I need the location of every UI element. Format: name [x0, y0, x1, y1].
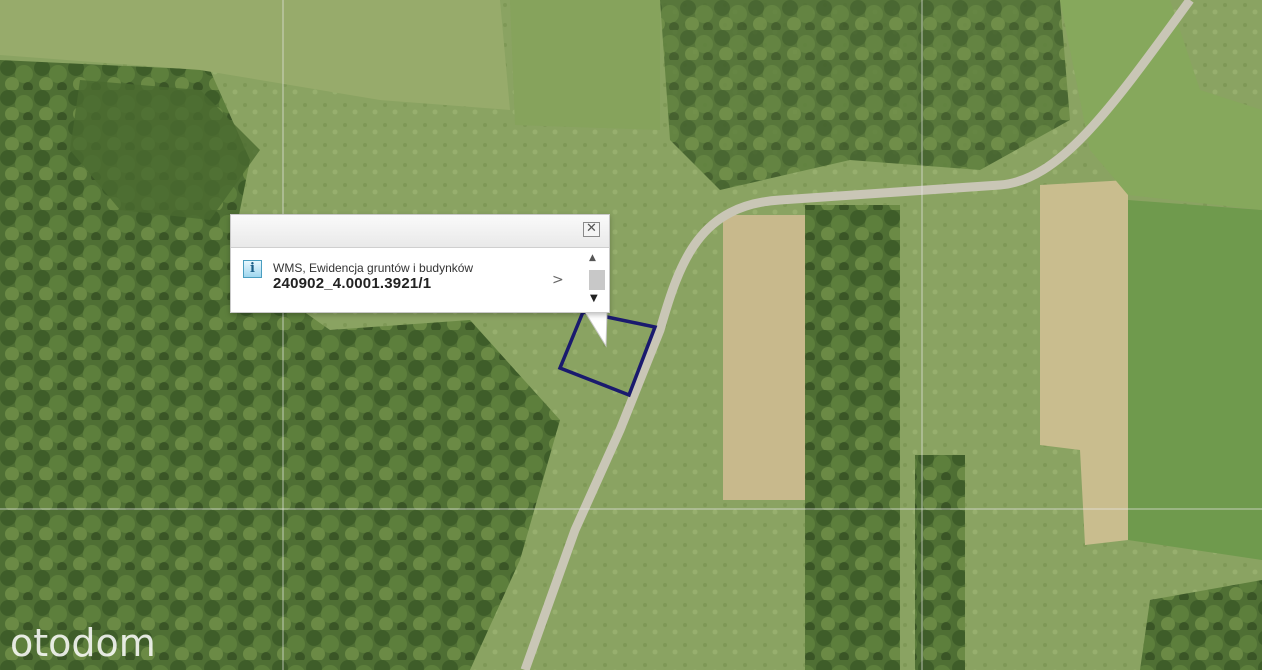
- light-field-top: [510, 0, 660, 130]
- aerial-map[interactable]: [0, 0, 1262, 670]
- scroll-up-icon[interactable]: ▲: [589, 253, 596, 263]
- layer-name: WMS, Ewidencja gruntów i budynków: [273, 261, 474, 275]
- tree-row-middle: [805, 205, 900, 670]
- scroll-down-icon[interactable]: ▼: [590, 293, 598, 304]
- scrollbar-thumb[interactable]: [589, 270, 605, 290]
- field-dry-strip: [723, 215, 805, 500]
- parcel-id: 240902_4.0001.3921/1: [273, 275, 432, 292]
- field-right-green: [1128, 200, 1262, 560]
- feature-info-popup: ✕ i WMS, Ewidencja gruntów i budynków 24…: [230, 214, 610, 313]
- info-icon: i: [243, 260, 262, 278]
- next-result-icon[interactable]: >: [552, 272, 564, 288]
- popup-header: ✕: [231, 215, 609, 248]
- close-icon[interactable]: ✕: [583, 222, 600, 237]
